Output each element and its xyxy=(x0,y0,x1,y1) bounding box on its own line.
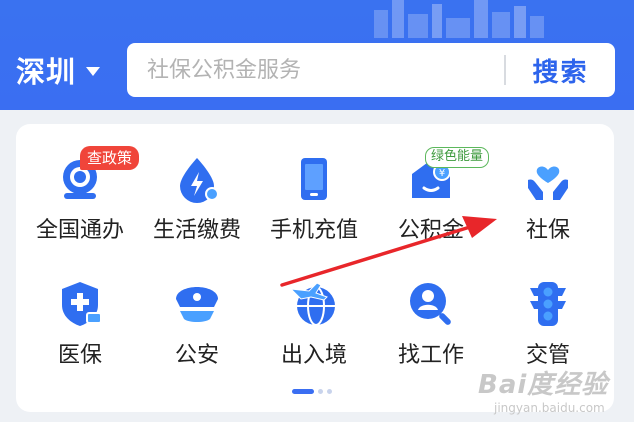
page-indicator xyxy=(292,389,332,394)
page-dot xyxy=(318,389,323,394)
city-name: 深圳 xyxy=(16,55,77,89)
search-bar: 搜索 xyxy=(127,43,615,97)
service-item-utilities[interactable]: 生活缴费 xyxy=(137,154,257,244)
service-item-national[interactable]: 全国通办 查政策 xyxy=(20,146,140,244)
service-item-housing-fund[interactable]: ¥ 公积金 绿色能量 xyxy=(371,147,491,244)
city-skyline-decoration xyxy=(374,0,544,38)
service-item-traffic[interactable]: 交管 xyxy=(488,279,608,369)
service-label: 公安 xyxy=(174,343,219,368)
police-icon xyxy=(176,287,218,322)
service-label: 社保 xyxy=(525,218,570,243)
service-item-recharge[interactable]: 手机充值 xyxy=(254,154,374,244)
svg-text:¥: ¥ xyxy=(439,168,445,179)
search-input[interactable] xyxy=(127,43,502,97)
medical-insurance-icon xyxy=(62,282,102,326)
utility-payment-icon xyxy=(180,158,219,203)
header-bar: 深圳 搜索 xyxy=(0,0,634,110)
service-item-social-security[interactable]: 社保 xyxy=(488,154,608,244)
service-label: 公积金 xyxy=(397,218,464,243)
job-search-icon xyxy=(410,283,451,325)
green-energy-badge: 绿色能量 xyxy=(425,147,490,168)
caret-down-icon xyxy=(86,66,101,76)
baidu-jingyan-watermark: Bai度经验 jingyan.baidu.com xyxy=(478,364,628,415)
service-label: 医保 xyxy=(57,343,102,368)
service-label: 出入境 xyxy=(280,343,347,368)
service-label: 手机充值 xyxy=(269,218,358,243)
service-item-immigration[interactable]: 出入境 xyxy=(254,279,374,369)
watermark-logo: Bai度经验 xyxy=(478,370,609,400)
page-dot xyxy=(327,389,332,394)
page-dot-active xyxy=(292,389,314,394)
policy-badge: 查政策 xyxy=(80,146,140,170)
social-security-icon xyxy=(528,166,568,200)
traffic-icon xyxy=(530,282,566,326)
service-item-medical[interactable]: 医保 xyxy=(20,279,140,369)
immigration-icon xyxy=(289,282,335,326)
search-button[interactable]: 搜索 xyxy=(506,52,615,89)
service-label: 生活缴费 xyxy=(152,218,241,243)
service-item-police[interactable]: 公安 xyxy=(137,279,257,369)
service-item-job-search[interactable]: 找工作 xyxy=(371,279,491,369)
service-label: 找工作 xyxy=(397,343,464,368)
service-label: 全国通办 xyxy=(35,218,124,243)
watermark-url: jingyan.baidu.com xyxy=(494,401,605,415)
city-selector[interactable]: 深圳 xyxy=(16,50,101,90)
phone-recharge-icon xyxy=(301,158,327,200)
